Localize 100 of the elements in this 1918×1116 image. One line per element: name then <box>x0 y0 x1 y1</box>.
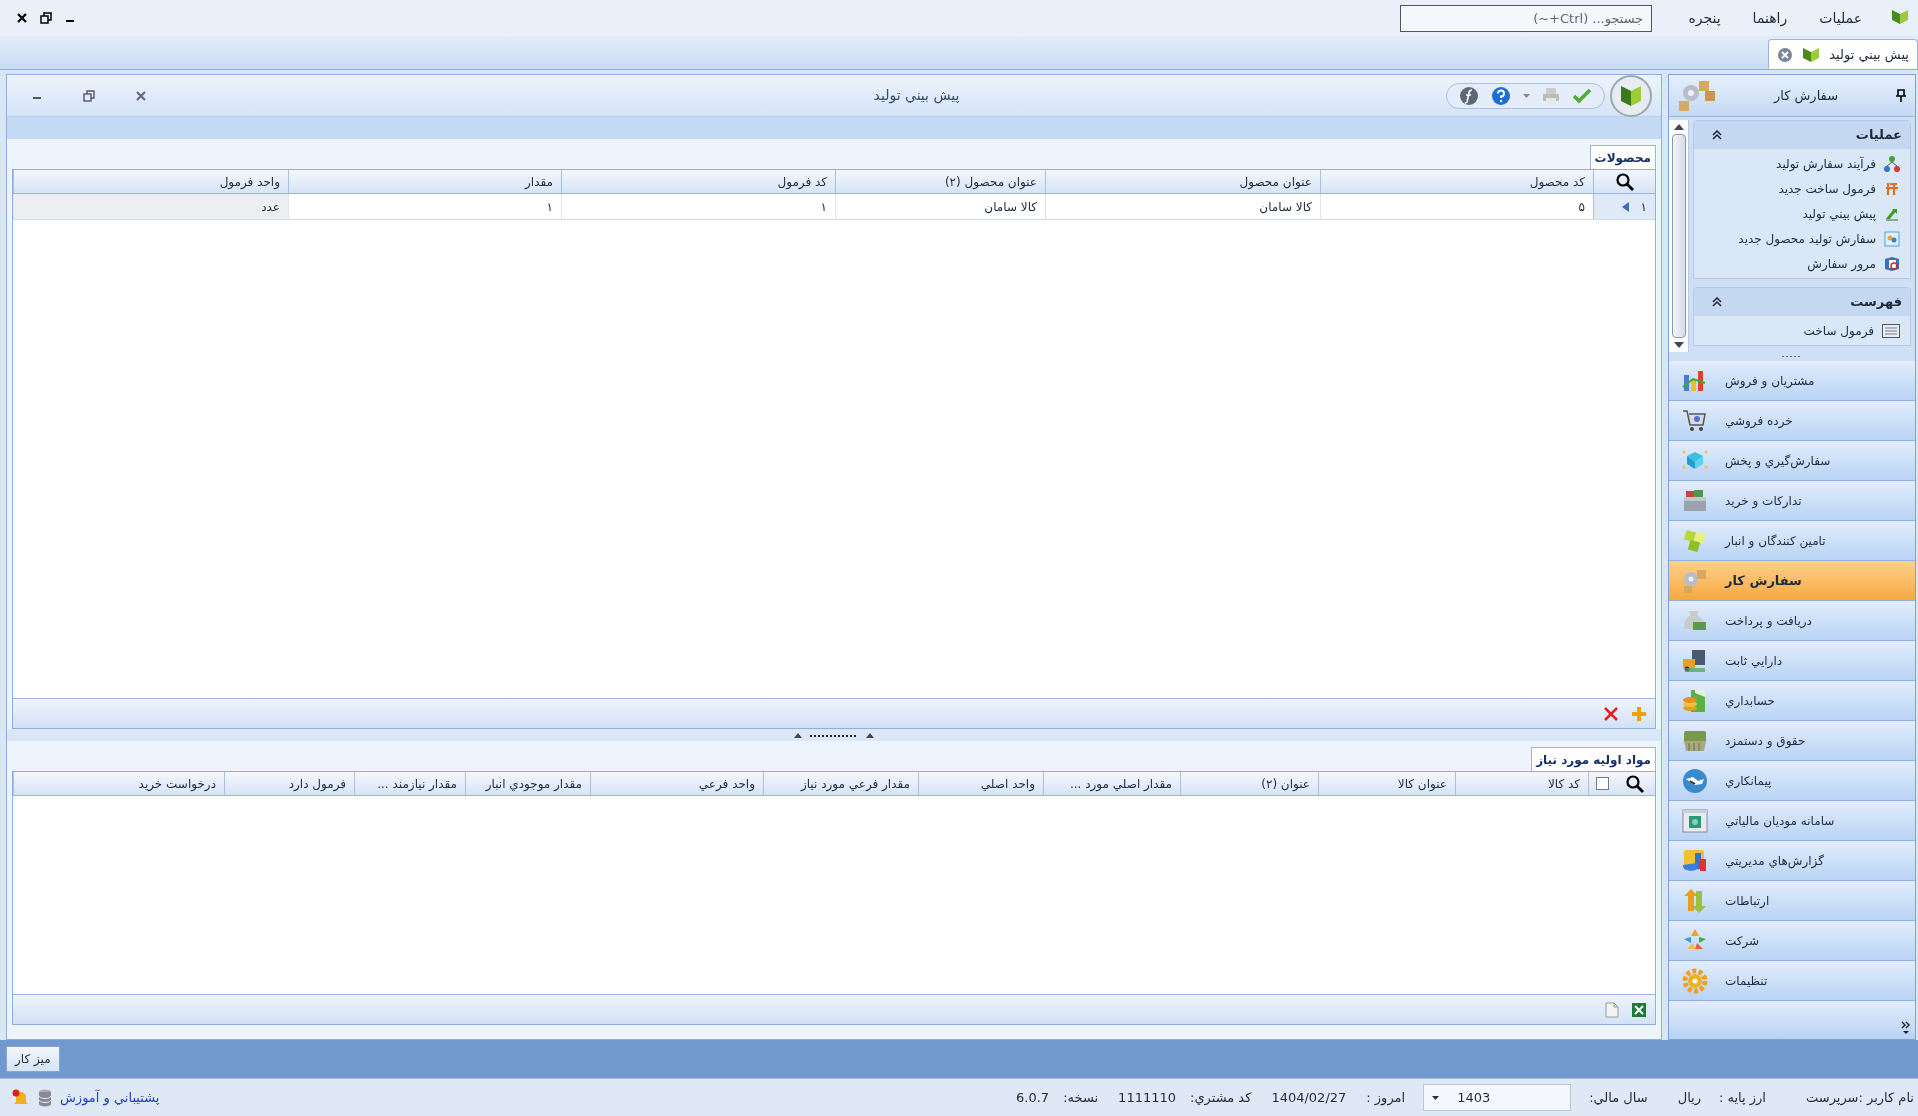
search-field[interactable]: جستجو... (Ctrl+~) <box>1400 4 1653 32</box>
module-button[interactable]: تدارکات و خريد <box>1669 481 1915 521</box>
status-text: ارز پايه : <box>1719 1088 1766 1108</box>
column-header[interactable]: مقدار <box>288 170 561 193</box>
collapse-icon[interactable] <box>1712 130 1722 140</box>
group-item[interactable]: فرآيند سفارش توليد <box>1776 154 1876 173</box>
group-item[interactable]: فرمول ساخت جديد <box>1778 179 1876 198</box>
support-link[interactable]: پشتيباني و آموزش <box>60 1087 160 1108</box>
column-header[interactable]: مقدار نيازمند ... <box>354 772 465 795</box>
splitter-grip-icon[interactable] <box>794 731 874 739</box>
group-header[interactable]: فهرست <box>1694 288 1910 316</box>
emblem-window-icon <box>1681 806 1709 835</box>
search-icon[interactable] <box>1615 172 1634 191</box>
help-icon[interactable] <box>1491 85 1511 106</box>
year-dropdown[interactable]: 1403 <box>1423 1084 1572 1111</box>
column-header[interactable]: مقدار موجودي انبار <box>465 772 590 795</box>
function-icon[interactable] <box>1459 85 1479 106</box>
dropdown-caret-icon <box>1432 1095 1440 1100</box>
database-icon[interactable] <box>38 1088 52 1107</box>
search-icon[interactable] <box>1626 774 1644 793</box>
column-header[interactable]: مقدار اصلي مورد ... <box>1043 772 1180 795</box>
module-button[interactable]: گزارش‌هاي مديريتي <box>1669 841 1915 881</box>
menu-item[interactable]: عمليات <box>1815 7 1866 29</box>
group-item[interactable]: سفارش توليد محصول جديد <box>1738 229 1876 248</box>
column-header[interactable]: عنوان (۲) <box>1180 772 1318 795</box>
column-header[interactable]: واحد اصلي <box>918 772 1043 795</box>
status-text: سال مالي: <box>1589 1088 1648 1107</box>
column-header[interactable]: عنوان محصول <box>1045 170 1320 193</box>
status-text: کد مشتري: <box>1190 1088 1252 1108</box>
module-button[interactable]: پيمانکاري <box>1669 761 1915 801</box>
column-header[interactable]: مقدار فرعي مورد نياز <box>763 772 918 795</box>
module-button[interactable]: تنظيمات <box>1669 961 1915 1001</box>
module-button[interactable]: مشتريان و فروش <box>1669 361 1915 401</box>
scroll-up-icon[interactable] <box>1673 124 1684 130</box>
sidebar-title: سفارش کار <box>1772 86 1840 106</box>
close-icon[interactable] <box>16 12 28 24</box>
column-header[interactable]: فرمول دارد <box>224 772 354 795</box>
status-text: 1404/02/27 <box>1271 1088 1347 1107</box>
module-button[interactable]: خرده فروشي <box>1669 401 1915 441</box>
status-text: نسخه: <box>1063 1088 1099 1107</box>
tab-label: پيش بيني توليد <box>1829 45 1909 65</box>
app-logo-icon[interactable] <box>1609 73 1653 118</box>
row-indicator[interactable]: ۱ <box>1593 194 1655 219</box>
module-button[interactable]: دارايي ثابت <box>1669 641 1915 681</box>
gears-boxes-icon <box>1677 78 1717 113</box>
column-header[interactable]: واحد فرعي <box>590 772 763 795</box>
column-header[interactable]: کد کالا <box>1455 772 1588 795</box>
column-header[interactable]: واحد فرمول <box>13 170 288 193</box>
formula-icon <box>1884 180 1900 197</box>
menu-item[interactable]: پنجره <box>1684 7 1725 29</box>
section-tab[interactable]: مواد اوليه مورد نياز <box>1531 747 1656 771</box>
select-all-checkbox[interactable] <box>1595 777 1609 790</box>
module-button[interactable]: سفارش کار <box>1669 561 1915 601</box>
column-header[interactable]: درخواست خريد <box>13 772 224 795</box>
scroll-down-icon[interactable] <box>1673 342 1684 348</box>
column-header[interactable]: کد فرمول <box>561 170 835 193</box>
module-button[interactable]: تامين کنندگان و انبار <box>1669 521 1915 561</box>
table-cell: ۱ <box>561 194 835 219</box>
restore-icon[interactable] <box>40 12 52 24</box>
scrollbar[interactable] <box>1669 120 1689 352</box>
group-title: فهرست <box>1849 293 1902 312</box>
column-header[interactable]: عنوان محصول (۲) <box>835 170 1045 193</box>
module-button[interactable]: دريافت و پرداخت <box>1669 601 1915 641</box>
status-text: امروز : <box>1366 1088 1406 1108</box>
group-item[interactable]: مرور سفارش <box>1807 254 1876 273</box>
collapse-icon[interactable] <box>1712 297 1722 307</box>
gear-icon <box>1681 966 1709 995</box>
group-title: عمليات <box>1854 126 1902 145</box>
desktop-button[interactable]: ميز کار <box>6 1046 60 1072</box>
status-text: 1111110 <box>1118 1088 1176 1107</box>
notification-bell-icon[interactable] <box>12 1088 30 1107</box>
magnifier-doc-icon <box>1884 255 1900 272</box>
menu-item[interactable]: راهنما <box>1748 7 1792 29</box>
dropdown-caret-icon[interactable] <box>1523 93 1530 98</box>
group-item[interactable]: فرمول ساخت <box>1803 321 1874 340</box>
document-tab[interactable]: پيش بيني توليد <box>1768 39 1918 69</box>
module-button[interactable]: سفارش‌گيري و پخش <box>1669 441 1915 481</box>
row-number: ۱ <box>1640 198 1647 216</box>
column-header[interactable]: عنوان کالا <box>1318 772 1455 795</box>
module-button[interactable]: حقوق و دستمزد <box>1669 721 1915 761</box>
logo-icon <box>1801 45 1822 64</box>
splitter-grip-icon[interactable] <box>1781 355 1803 358</box>
group-header[interactable]: عمليات <box>1694 121 1910 149</box>
list-icon <box>1882 323 1900 338</box>
delete-icon[interactable] <box>1603 705 1619 722</box>
module-button[interactable]: شرکت <box>1669 921 1915 961</box>
people-card-icon <box>1884 230 1900 247</box>
more-icon[interactable] <box>1901 1021 1911 1035</box>
module-button[interactable]: حسابداري <box>1669 681 1915 721</box>
scroll-thumb[interactable] <box>1671 134 1686 338</box>
module-button[interactable]: سامانه موديان مالياتي <box>1669 801 1915 841</box>
spreadsheet-icon[interactable] <box>1631 1001 1647 1018</box>
status-text: نام کاربر :سرپرست <box>1806 1088 1914 1108</box>
column-header[interactable]: کد محصول <box>1320 170 1593 193</box>
check-icon[interactable] <box>1572 87 1592 104</box>
section-tab[interactable]: محصولات <box>1589 145 1656 169</box>
window-title: پيش بيني توليد <box>872 86 961 106</box>
module-button[interactable]: ارتباطات <box>1669 881 1915 921</box>
group-item[interactable]: پيش بيني توليد <box>1802 204 1876 223</box>
pin-icon[interactable] <box>1895 88 1907 103</box>
